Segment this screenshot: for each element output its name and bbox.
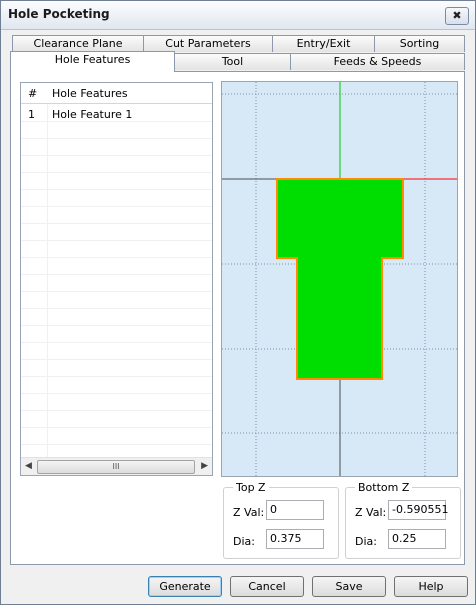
empty-row xyxy=(21,206,212,224)
bottom-z-dia-label: Dia: xyxy=(355,535,377,548)
empty-row xyxy=(21,121,212,139)
row-number: 1 xyxy=(28,108,35,121)
empty-row xyxy=(21,342,212,360)
top-z-group: Top Z Z Val: 0 Dia: 0.375 xyxy=(223,481,339,559)
empty-row xyxy=(21,325,212,343)
empty-row xyxy=(21,274,212,292)
list-header: # Hole Features xyxy=(21,83,212,104)
top-z-zval-label: Z Val: xyxy=(233,506,265,519)
tab-sorting[interactable]: Sorting xyxy=(374,35,465,52)
bottom-z-zval-input[interactable]: -0.590551 xyxy=(388,500,448,520)
empty-row xyxy=(21,393,212,411)
cancel-button[interactable]: Cancel xyxy=(230,576,304,597)
window-title: Hole Pocketing xyxy=(8,7,110,21)
close-button[interactable]: ✖ xyxy=(445,7,469,25)
empty-row xyxy=(21,376,212,394)
generate-button[interactable]: Generate xyxy=(148,576,222,597)
empty-row xyxy=(21,172,212,190)
column-header-number[interactable]: # xyxy=(28,87,37,100)
empty-row xyxy=(21,427,212,445)
top-z-title: Top Z xyxy=(233,481,269,494)
empty-row xyxy=(21,138,212,156)
row-name: Hole Feature 1 xyxy=(52,108,133,121)
empty-row xyxy=(21,291,212,309)
scroll-left-icon[interactable]: ◀ xyxy=(25,461,32,471)
bottom-z-dia-input[interactable]: 0.25 xyxy=(388,529,446,549)
empty-row xyxy=(21,189,212,207)
empty-row xyxy=(21,155,212,173)
empty-row xyxy=(21,359,212,377)
bottom-z-title: Bottom Z xyxy=(355,481,413,494)
hole-preview-canvas xyxy=(221,81,458,477)
top-z-dia-input[interactable]: 0.375 xyxy=(266,529,324,549)
tab-cut-parameters[interactable]: Cut Parameters xyxy=(143,35,273,52)
empty-row xyxy=(21,410,212,428)
empty-row xyxy=(21,308,212,326)
top-z-dia-label: Dia: xyxy=(233,535,255,548)
bottom-z-zval-label: Z Val: xyxy=(355,506,387,519)
tab-entry-exit[interactable]: Entry/Exit xyxy=(272,35,375,52)
list-item[interactable]: 1 Hole Feature 1 xyxy=(21,104,212,122)
empty-row xyxy=(21,257,212,275)
scroll-thumb[interactable]: III xyxy=(37,460,195,474)
hole-features-list[interactable]: # Hole Features 1 Hole Feature 1 ◀ III ▶ xyxy=(20,82,213,476)
top-z-zval-input[interactable]: 0 xyxy=(266,500,324,520)
tab-hole-features[interactable]: Hole Features xyxy=(10,51,175,72)
empty-row xyxy=(21,240,212,258)
title-bar[interactable]: Hole Pocketing ✖ xyxy=(1,1,475,30)
hole-profile-drawing xyxy=(222,82,457,476)
save-button[interactable]: Save xyxy=(312,576,386,597)
scroll-right-icon[interactable]: ▶ xyxy=(201,461,208,471)
bottom-z-group: Bottom Z Z Val: -0.590551 Dia: 0.25 xyxy=(345,481,461,559)
tab-feeds-speeds[interactable]: Feeds & Speeds xyxy=(290,53,465,70)
help-button[interactable]: Help xyxy=(394,576,468,597)
empty-row xyxy=(21,223,212,241)
tab-tool[interactable]: Tool xyxy=(174,53,291,70)
horizontal-scrollbar[interactable]: ◀ III ▶ xyxy=(21,457,212,475)
column-header-hole-features[interactable]: Hole Features xyxy=(52,87,128,100)
tab-clearance-plane[interactable]: Clearance Plane xyxy=(12,35,144,52)
